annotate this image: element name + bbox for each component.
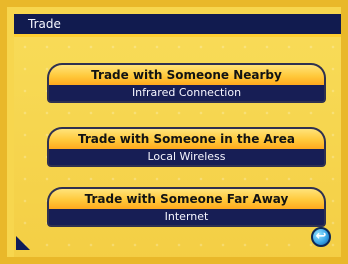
option-title: Trade with Someone Far Away <box>47 187 326 209</box>
trade-option-area[interactable]: Trade with Someone in the Area Local Wir… <box>47 127 326 167</box>
option-subtitle: Infrared Connection <box>47 85 326 103</box>
page-title: Trade <box>14 14 341 37</box>
back-arrow-icon[interactable]: ↩ <box>311 227 331 247</box>
option-title: Trade with Someone Nearby <box>47 63 326 85</box>
corner-accent <box>16 236 30 250</box>
trade-screen: Trade Trade with Someone Nearby Infrared… <box>0 0 348 264</box>
trade-option-nearby[interactable]: Trade with Someone Nearby Infrared Conne… <box>47 63 326 103</box>
option-title: Trade with Someone in the Area <box>47 127 326 149</box>
option-subtitle: Local Wireless <box>47 149 326 167</box>
trade-option-far-away[interactable]: Trade with Someone Far Away Internet <box>47 187 326 227</box>
option-subtitle: Internet <box>47 209 326 227</box>
